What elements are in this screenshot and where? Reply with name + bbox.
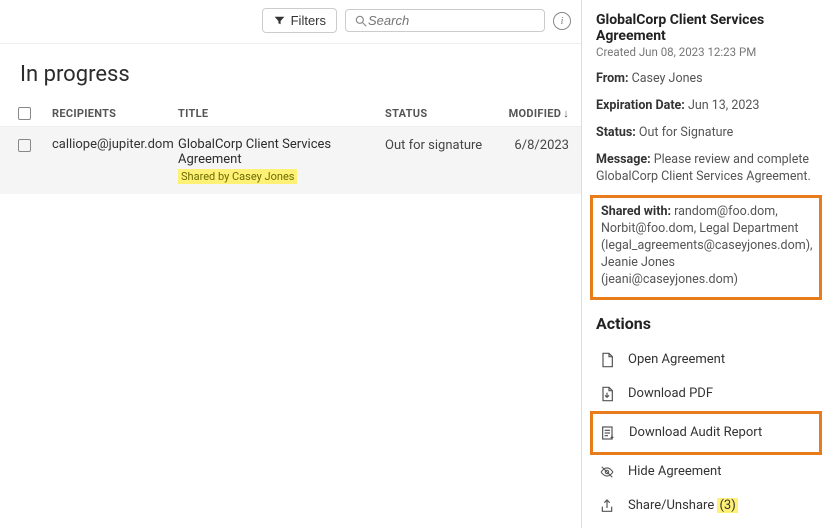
action-download-pdf[interactable]: Download PDF <box>596 377 816 411</box>
detail-message: Message: Please review and complete Glob… <box>596 152 816 186</box>
detail-expiration: Expiration Date: Jun 13, 2023 <box>596 98 816 115</box>
download-pdf-icon <box>598 385 616 403</box>
row-recipient: calliope@jupiter.dom <box>48 137 178 152</box>
action-open-agreement[interactable]: Open Agreement <box>596 343 816 377</box>
row-status: Out for signature <box>385 137 495 153</box>
agreements-table: RECIPIENTS TITLE STATUS MODIFIED↓ callio… <box>0 101 581 194</box>
row-modified: 6/8/2023 <box>495 137 581 153</box>
detail-title: GlobalCorp Client Services Agreement <box>596 12 816 44</box>
col-status[interactable]: STATUS <box>385 107 495 120</box>
audit-highlight-box: Download Audit Report <box>590 411 822 455</box>
detail-shared-with: Shared with: random@foo.dom, Norbit@foo.… <box>601 204 811 288</box>
row-checkbox[interactable] <box>18 139 31 152</box>
toolbar: Filters i <box>0 0 581 44</box>
action-label: Download PDF <box>628 386 713 401</box>
info-icon[interactable]: i <box>553 12 571 30</box>
action-label: Open Agreement <box>628 352 725 367</box>
filters-label: Filters <box>291 13 326 28</box>
action-add-notes[interactable]: Add Notes <box>596 523 816 528</box>
sort-desc-icon: ↓ <box>561 107 569 120</box>
select-all-checkbox[interactable] <box>18 107 31 120</box>
col-title[interactable]: TITLE <box>178 107 385 120</box>
filters-button[interactable]: Filters <box>262 8 337 33</box>
detail-created: Created Jun 08, 2023 12:23 PM <box>596 45 816 59</box>
table-header: RECIPIENTS TITLE STATUS MODIFIED↓ <box>0 101 581 127</box>
action-hide-agreement[interactable]: Hide Agreement <box>596 455 816 489</box>
search-input[interactable] <box>368 13 546 28</box>
action-label: Hide Agreement <box>628 464 721 479</box>
search-icon <box>354 14 368 28</box>
actions-header: Actions <box>596 314 816 333</box>
detail-panel: GlobalCorp Client Services Agreement Cre… <box>582 0 830 528</box>
action-label: Share/Unshare (3) <box>628 498 738 513</box>
audit-report-icon <box>599 424 617 442</box>
share-icon <box>598 497 616 515</box>
action-share-unshare[interactable]: Share/Unshare (3) <box>596 489 816 523</box>
detail-status: Status: Out for Signature <box>596 125 816 142</box>
col-recipients[interactable]: RECIPIENTS <box>48 107 178 120</box>
col-modified[interactable]: MODIFIED↓ <box>495 107 581 120</box>
share-count: (3) <box>717 498 737 513</box>
row-title: GlobalCorp Client Services Agreement <box>178 137 385 167</box>
search-field[interactable] <box>345 9 545 32</box>
table-row[interactable]: calliope@jupiter.dom GlobalCorp Client S… <box>0 127 581 194</box>
row-shared-by: Shared by Casey Jones <box>178 169 297 184</box>
document-icon <box>598 351 616 369</box>
action-label: Download Audit Report <box>629 425 762 440</box>
section-title: In progress <box>0 44 581 101</box>
hide-icon <box>598 463 616 481</box>
shared-with-box: Shared with: random@foo.dom, Norbit@foo.… <box>590 195 822 299</box>
detail-from: From: Casey Jones <box>596 71 816 88</box>
filter-icon <box>273 14 286 27</box>
action-download-audit[interactable]: Download Audit Report <box>597 416 815 450</box>
